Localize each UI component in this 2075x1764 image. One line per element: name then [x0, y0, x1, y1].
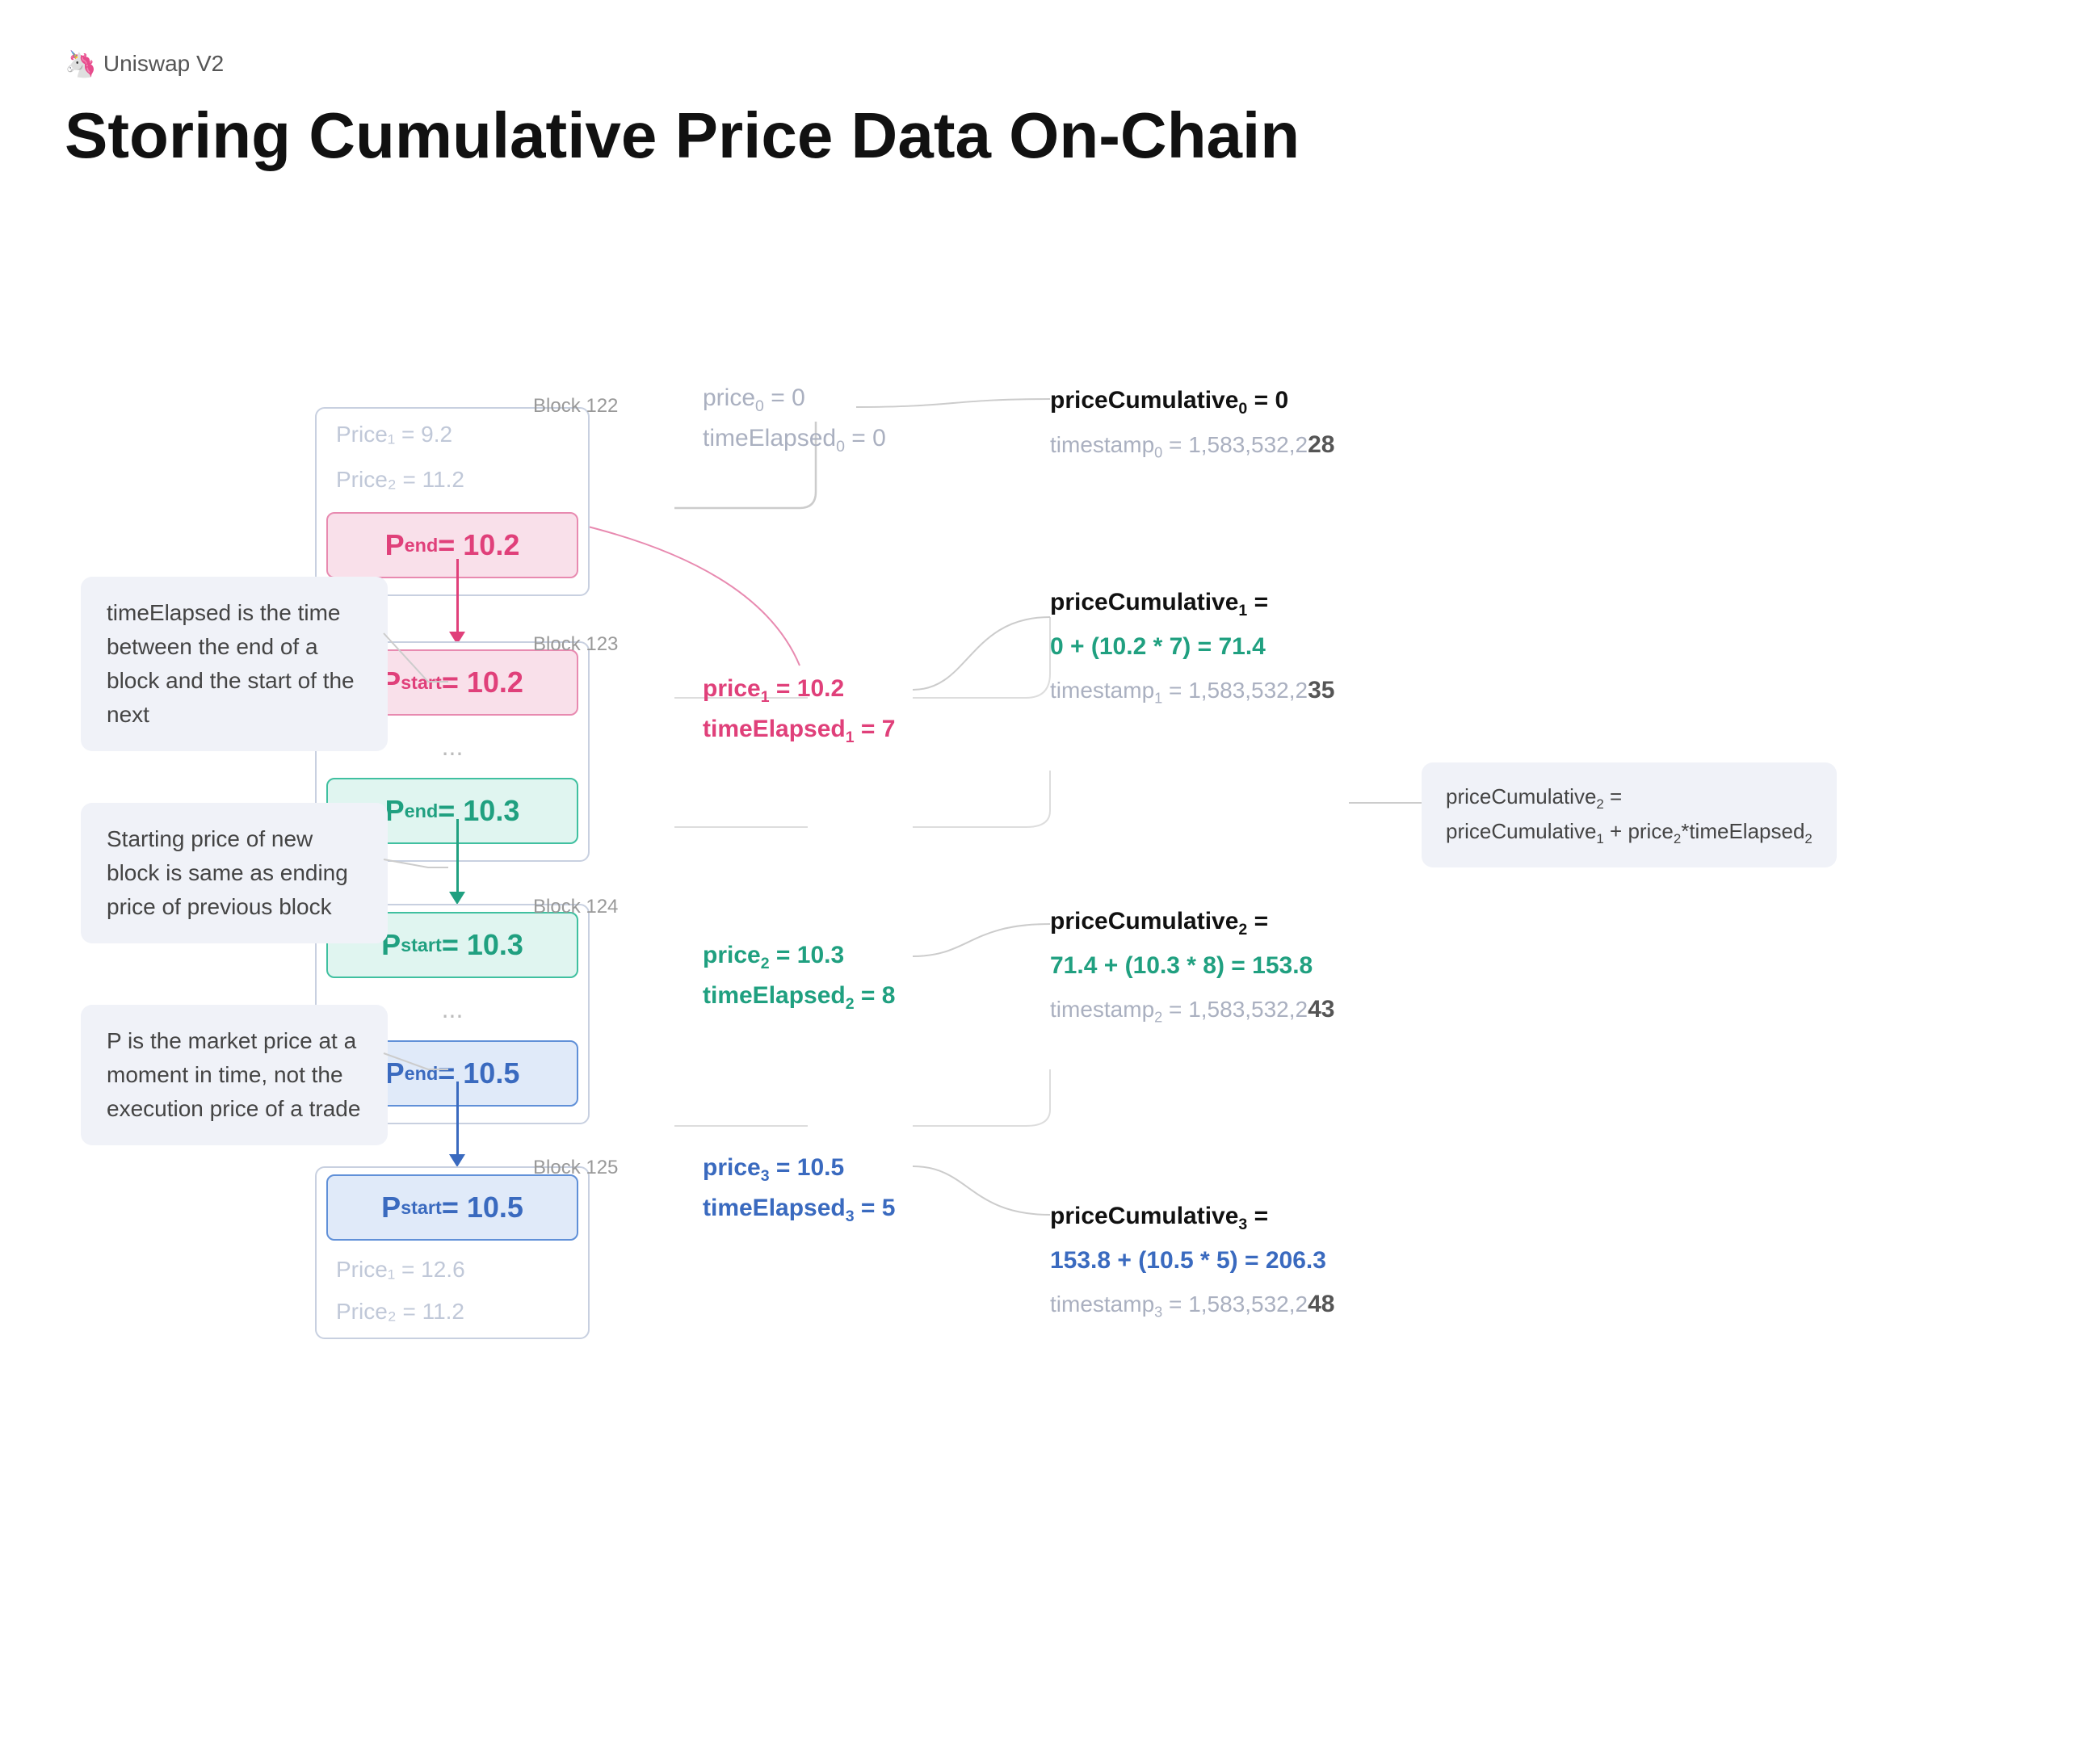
block-124-label: Block 124: [533, 896, 618, 918]
cum-label-0: priceCumulative0 = 0 timestamp0 = 1,583,…: [1050, 379, 1334, 467]
cum-label-2: priceCumulative2 = 71.4 + (10.3 * 8) = 1…: [1050, 900, 1334, 1031]
unicorn-icon: 🦄: [65, 48, 97, 79]
annotation-startingprice: Starting price of new block is same as e…: [81, 803, 388, 943]
block-122-price2: Price₂ = 11.2: [317, 460, 588, 506]
price-label-3: price3 = 10.5 timeElapsed3 = 5: [703, 1149, 895, 1229]
annotation-pmarket: P is the market price at a moment in tim…: [81, 1005, 388, 1145]
block-125-label: Block 125: [533, 1157, 618, 1179]
block-125-price1: Price₁ = 12.6: [317, 1247, 588, 1292]
block-125: Pstart = 10.5 Price₁ = 12.6 Price₂ = 11.…: [315, 1166, 590, 1339]
initial-labels: price0 = 0 timeElapsed0 = 0: [703, 379, 886, 460]
arrow-122-to-123: [449, 559, 465, 645]
cum-label-3: priceCumulative3 = 153.8 + (10.5 * 5) = …: [1050, 1195, 1334, 1326]
pricecum-note-box: priceCumulative2 =priceCumulative1 + pri…: [1422, 762, 1837, 867]
brand: 🦄 Uniswap V2: [65, 48, 2010, 79]
arrow-123-to-124: [449, 819, 465, 905]
page-title: Storing Cumulative Price Data On-Chain: [65, 99, 2010, 173]
cum-label-1: priceCumulative1 = 0 + (10.2 * 7) = 71.4…: [1050, 581, 1334, 712]
arrow-124-to-125: [449, 1082, 465, 1167]
annotation-timeelapsed: timeElapsed is the time between the end …: [81, 577, 388, 751]
block-122-label: Block 122: [533, 395, 618, 418]
price-label-2: price2 = 10.3 timeElapsed2 = 8: [703, 936, 895, 1017]
block-125-price2: Price₂ = 11.2: [317, 1292, 588, 1338]
brand-name: Uniswap V2: [103, 51, 224, 77]
price-label-1: price1 = 10.2 timeElapsed1 = 7: [703, 670, 895, 750]
block-125-pstart: Pstart = 10.5: [326, 1174, 578, 1241]
block-123-label: Block 123: [533, 633, 618, 656]
